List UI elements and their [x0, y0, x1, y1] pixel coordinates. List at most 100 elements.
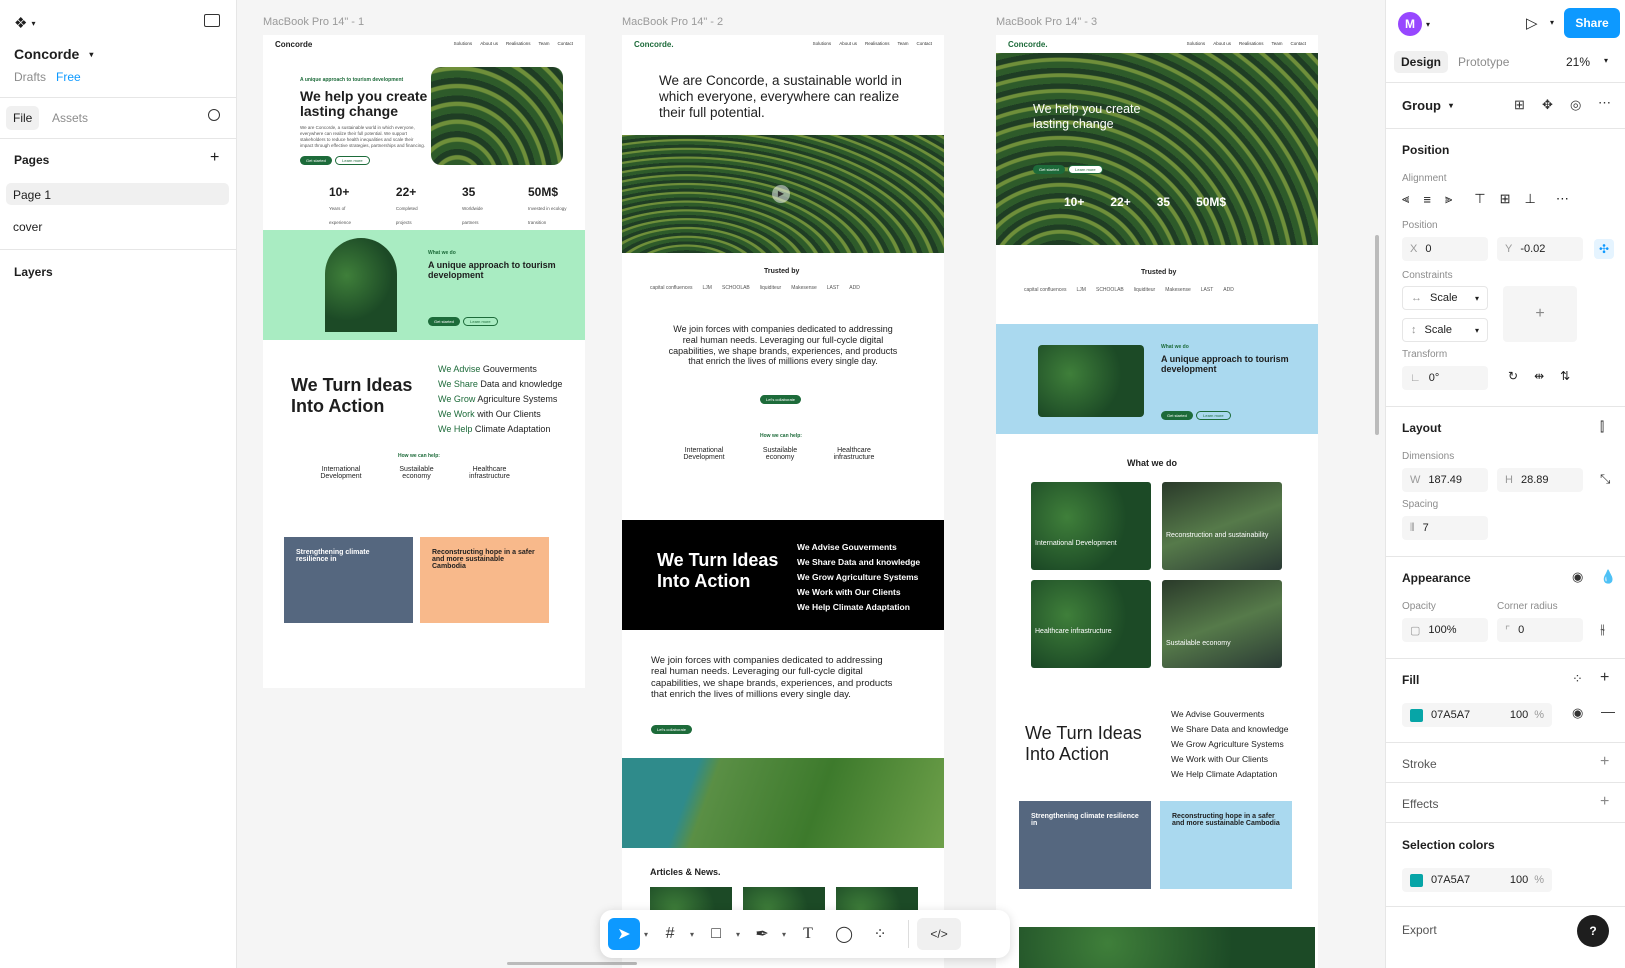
- right-panel: M ▾ ▷ ▾ Share Design Prototype 21% ▾ Grou…: [1385, 0, 1625, 968]
- tab-prototype[interactable]: Prototype: [1458, 55, 1509, 69]
- selection-type[interactable]: Group ▾: [1402, 98, 1453, 113]
- present-icon[interactable]: ▷: [1526, 14, 1538, 32]
- comment-tool-icon[interactable]: ◯: [828, 918, 860, 950]
- color-swatch[interactable]: [1410, 873, 1423, 887]
- page-item[interactable]: cover: [13, 220, 42, 234]
- chevron-down-icon[interactable]: ▾: [1550, 18, 1554, 27]
- file-name[interactable]: Concorde ▾: [14, 46, 93, 62]
- frame-label[interactable]: MacBook Pro 14" - 1: [263, 16, 364, 28]
- styles-icon[interactable]: ⁘: [1572, 671, 1583, 687]
- constraint-diagram[interactable]: +: [1503, 286, 1577, 342]
- chevron-down-icon[interactable]: ▾: [736, 930, 740, 939]
- pen-tool-icon[interactable]: ✒: [746, 918, 778, 950]
- move-tool-icon[interactable]: ➤: [608, 918, 640, 950]
- align-left-icon[interactable]: ⫷: [1402, 191, 1409, 207]
- trusted-title: Trusted by: [1141, 269, 1177, 276]
- opacity-field[interactable]: ▢ 100%: [1402, 618, 1488, 642]
- frame-label[interactable]: MacBook Pro 14" - 3: [996, 16, 1097, 28]
- zoom-level[interactable]: 21%: [1566, 55, 1590, 69]
- rotation-field[interactable]: ∟ 0°: [1402, 366, 1488, 390]
- advise-rest: Gouverments: [841, 542, 897, 552]
- align-middle-icon[interactable]: ⊞: [1500, 191, 1511, 207]
- align-center-icon[interactable]: ≡: [1423, 192, 1431, 207]
- rotate-icon[interactable]: ↻: [1508, 369, 1518, 383]
- remove-fill-icon[interactable]: —: [1601, 703, 1615, 719]
- grid-icon[interactable]: ⊞: [1514, 97, 1525, 113]
- user-menu[interactable]: M ▾: [1398, 12, 1430, 36]
- more-icon[interactable]: ⋯: [1556, 191, 1569, 207]
- flip-vertical-icon[interactable]: ⇅: [1560, 369, 1570, 383]
- independent-corners-icon[interactable]: ⫳: [1600, 621, 1605, 637]
- rectangle-tool-icon[interactable]: □: [700, 918, 732, 950]
- tab-file[interactable]: File: [6, 106, 40, 130]
- absolute-position-icon[interactable]: ✣: [1594, 239, 1614, 259]
- height-field[interactable]: H 28.89: [1497, 468, 1583, 492]
- eye-icon[interactable]: ◉: [1572, 705, 1583, 721]
- width-field[interactable]: W 187.49: [1402, 468, 1488, 492]
- chevron-down-icon[interactable]: ▾: [1604, 56, 1608, 65]
- horizontal-constraint-select[interactable]: ↔ Scale ▾: [1402, 286, 1488, 310]
- hero-title: We help you create lasting change: [300, 88, 428, 120]
- horizontal-scrollbar[interactable]: [507, 962, 637, 965]
- advise-rest: Data and knowledge: [837, 557, 921, 567]
- chevron-down-icon: ▾: [1449, 101, 1454, 110]
- stat: 50M$: [1196, 195, 1226, 209]
- tab-assets[interactable]: Assets: [52, 111, 88, 125]
- frame-logo: Concorde.: [1008, 39, 1048, 49]
- card-title: Reconstructing hope in a safer and more …: [1172, 813, 1280, 827]
- chevron-down-icon[interactable]: ▾: [644, 930, 648, 939]
- nav-link: About us: [480, 41, 498, 46]
- main-menu-button[interactable]: ❖ ▾: [14, 14, 35, 32]
- more-icon[interactable]: ⋯: [1598, 95, 1611, 111]
- search-icon[interactable]: [208, 109, 220, 121]
- nav-link: Contact: [1290, 41, 1306, 46]
- frame-label[interactable]: MacBook Pro 14" - 2: [622, 16, 723, 28]
- w-label: W: [1410, 474, 1421, 486]
- canvas[interactable]: MacBook Pro 14" - 1 Concorde Solutions Ab…: [237, 0, 1385, 968]
- add-page-icon[interactable]: +: [210, 149, 219, 167]
- color-swatch[interactable]: [1410, 708, 1423, 722]
- mask-icon[interactable]: ◎: [1570, 97, 1581, 113]
- resize-icon[interactable]: ⤡: [1600, 471, 1610, 487]
- dev-mode-icon[interactable]: </>: [917, 918, 962, 950]
- text-tool-icon[interactable]: T: [792, 918, 824, 950]
- vertical-scrollbar[interactable]: [1375, 235, 1379, 435]
- advise-key: We Help: [797, 602, 831, 612]
- vertical-constraint-select[interactable]: ↕ Scale ▾: [1402, 318, 1488, 342]
- advise-item: We Share Data and knowledge: [1171, 722, 1289, 737]
- drop-icon[interactable]: 💧: [1600, 569, 1616, 585]
- component-icon[interactable]: ✥: [1542, 97, 1553, 113]
- frame-3[interactable]: Concorde. Solutions About us Realisations T…: [996, 35, 1318, 968]
- drafts-link[interactable]: Drafts: [14, 70, 46, 84]
- auto-layout-icon[interactable]: ⫿: [1600, 419, 1604, 435]
- flip-horizontal-icon[interactable]: ⇹: [1534, 369, 1544, 383]
- chevron-down-icon[interactable]: ▾: [690, 930, 694, 939]
- learn-more-button: Learn more: [1068, 165, 1103, 174]
- tab-design[interactable]: Design: [1394, 51, 1449, 73]
- corner-radius-field[interactable]: ⌜ 0: [1497, 618, 1583, 642]
- add-stroke-icon[interactable]: +: [1600, 753, 1609, 771]
- align-right-icon[interactable]: ⫸: [1445, 191, 1452, 207]
- frame-tool-icon[interactable]: #: [654, 918, 686, 950]
- share-button[interactable]: Share: [1564, 8, 1620, 38]
- align-top-icon[interactable]: ⊤: [1474, 191, 1485, 207]
- chevron-down-icon[interactable]: ▾: [782, 930, 786, 939]
- x-field[interactable]: X0: [1402, 237, 1488, 261]
- sidebar-toggle-icon[interactable]: [204, 14, 220, 27]
- y-field[interactable]: Y -0.02: [1497, 237, 1583, 261]
- eye-icon[interactable]: ◉: [1572, 569, 1583, 585]
- actions-tool-icon[interactable]: ⁘: [864, 918, 896, 950]
- selection-color-field[interactable]: 07A5A7 100%: [1402, 868, 1552, 892]
- help-button[interactable]: ?: [1577, 915, 1609, 947]
- nav-link: About us: [1213, 41, 1231, 46]
- fill-color-field[interactable]: 07A5A7 100%: [1402, 703, 1552, 727]
- spacing-field[interactable]: ⫴ 7: [1402, 516, 1488, 540]
- frame-2[interactable]: Concorde. Solutions About us Realisations T…: [622, 35, 944, 968]
- radius-icon: ⌜: [1505, 624, 1511, 637]
- frame-1[interactable]: Concorde Solutions About us Realisations Te…: [263, 35, 585, 688]
- add-effect-icon[interactable]: +: [1600, 793, 1609, 811]
- page-item[interactable]: Page 1: [6, 183, 229, 205]
- bottom-toolbar: ➤ ▾ # ▾ □ ▾ ✒ ▾ T ◯ ⁘ </>: [600, 910, 1010, 958]
- add-fill-icon[interactable]: +: [1600, 669, 1609, 687]
- align-bottom-icon[interactable]: ⊥: [1525, 191, 1536, 207]
